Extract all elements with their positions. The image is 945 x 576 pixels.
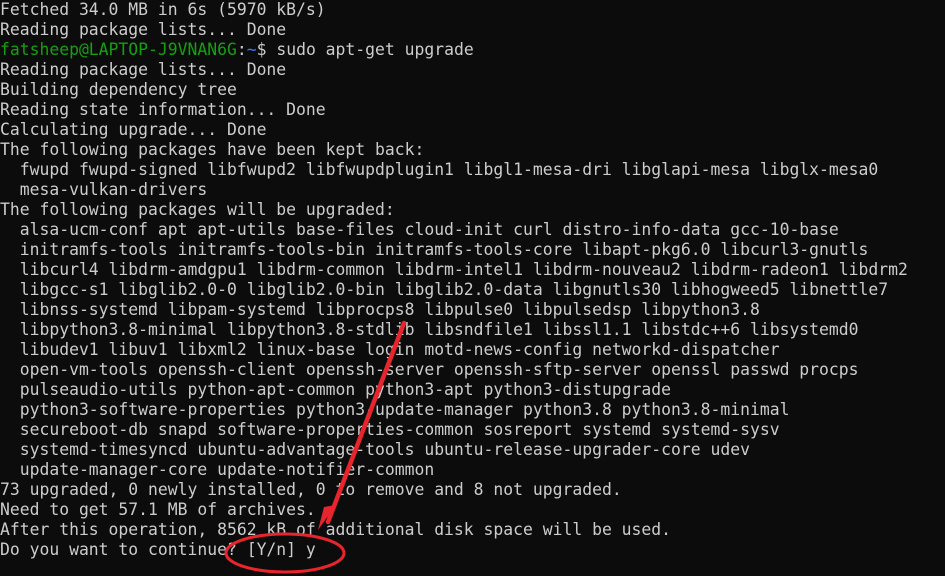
output-line: libudev1 libuv1 libxml2 linux-base login… [0, 340, 780, 359]
command-prompt-line: fatsheep@LAPTOP-J9VNAN6G:~$ sudo apt-get… [0, 40, 945, 60]
output-after-prompt: Reading package lists... Done Building de… [0, 60, 945, 540]
output-line: libnss-systemd libpam-systemd libprocps8… [0, 300, 760, 319]
output-line: systemd-timesyncd ubuntu-advantage-tools… [0, 440, 750, 459]
continue-prompt-text: Do you want to continue? [Y/n] [0, 540, 306, 559]
output-line: alsa-ucm-conf apt apt-utils base-files c… [0, 220, 839, 239]
output-line: libcurl4 libdrm-amdgpu1 libdrm-common li… [0, 260, 908, 279]
prompt-path: ~ [246, 40, 257, 59]
output-line: python3-software-properties python3-upda… [0, 400, 790, 419]
prompt-symbol: $ [256, 40, 267, 59]
output-line: fwupd fwupd-signed libfwupd2 libfwupdplu… [0, 160, 879, 179]
output-line: libgcc-s1 libglib2.0-0 libglib2.0-bin li… [0, 280, 889, 299]
output-line: pulseaudio-utils python-apt-common pytho… [0, 380, 672, 399]
output-line: open-vm-tools openssh-client openssh-ser… [0, 360, 859, 379]
output-line: Reading package lists... Done [0, 60, 287, 79]
continue-input[interactable]: y [306, 540, 316, 559]
terminal-window[interactable]: Fetched 34.0 MB in 6s (5970 kB/s) Reading… [0, 0, 945, 576]
prompt-user-host: fatsheep@LAPTOP-J9VNAN6G [0, 40, 237, 59]
output-line: 73 upgraded, 0 newly installed, 0 to rem… [0, 480, 622, 499]
output-line: The following packages will be upgraded: [0, 200, 395, 219]
output-line: Reading package lists... Done [0, 20, 287, 39]
continue-prompt-line[interactable]: Do you want to continue? [Y/n] y [0, 540, 945, 560]
output-line: Need to get 57.1 MB of archives. [0, 500, 316, 519]
output-line: Fetched 34.0 MB in 6s (5970 kB/s) [0, 0, 326, 19]
output-line: Building dependency tree [0, 80, 237, 99]
output-line: Calculating upgrade... Done [0, 120, 267, 139]
prompt-separator: : [236, 40, 247, 59]
output-line: mesa-vulkan-drivers [0, 180, 208, 199]
output-line: The following packages have been kept ba… [0, 140, 425, 159]
output-line: libpython3.8-minimal libpython3.8-stdlib… [0, 320, 859, 339]
output-line: After this operation, 8562 kB of additio… [0, 520, 672, 539]
output-before-prompt: Fetched 34.0 MB in 6s (5970 kB/s) Reading… [0, 0, 945, 40]
output-line: update-manager-core update-notifier-comm… [0, 460, 435, 479]
output-line: initramfs-tools initramfs-tools-bin init… [0, 240, 869, 259]
command-text: sudo apt-get upgrade [266, 40, 474, 59]
output-line: secureboot-db snapd software-properties-… [0, 420, 780, 439]
output-line: Reading state information... Done [0, 100, 326, 119]
